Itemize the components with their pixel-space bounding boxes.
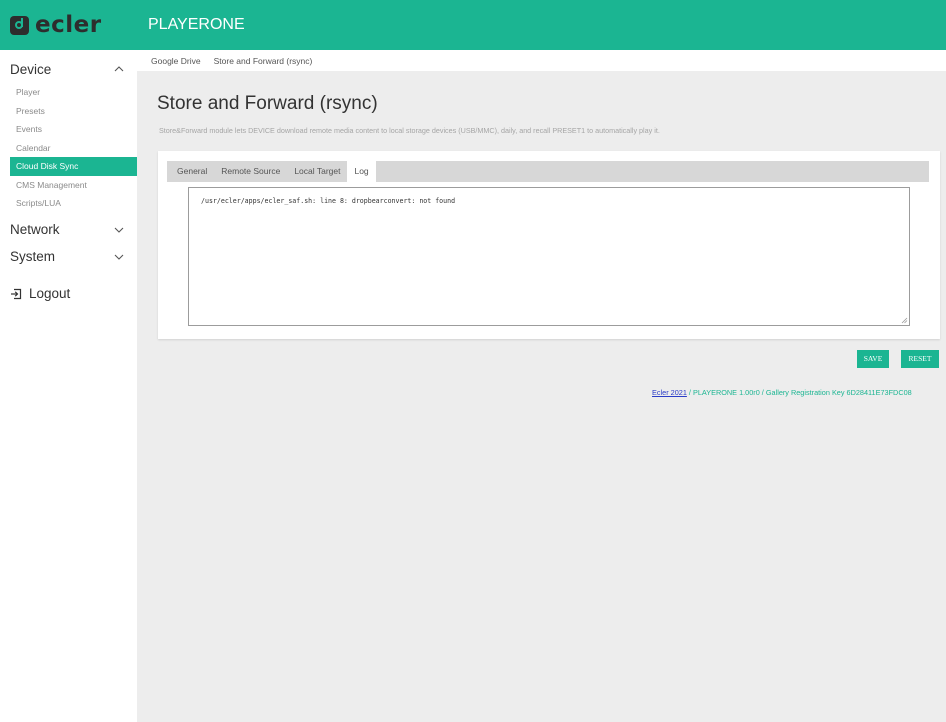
breadcrumb-store-and-forward[interactable]: Store and Forward (rsync): [214, 56, 313, 66]
logout-icon: [11, 288, 22, 299]
page-title: Store and Forward (rsync): [157, 93, 378, 114]
tab-remote-source[interactable]: Remote Source: [214, 161, 287, 182]
sidebar-device-items: Player Presets Events Calendar Cloud Dis…: [0, 83, 137, 213]
sidebar-item-presets[interactable]: Presets: [0, 102, 137, 121]
ecler-logo[interactable]: ecler: [10, 13, 102, 37]
logout-label: Logout: [29, 286, 71, 301]
page-description: Store&Forward module lets DEVICE downloa…: [159, 126, 660, 135]
footer-ecler-link[interactable]: Ecler 2021: [652, 388, 687, 397]
tab-bar: General Remote Source Local Target Log: [167, 161, 929, 182]
log-textarea[interactable]: /usr/ecler/apps/ecler_saf.sh: line 8: dr…: [188, 187, 910, 326]
breadcrumb-google-drive[interactable]: Google Drive: [151, 56, 201, 66]
sidebar-item-cloud-disk-sync[interactable]: Cloud Disk Sync: [10, 157, 137, 176]
logout-button[interactable]: Logout: [10, 286, 70, 301]
top-bar: ecler PLAYERONE: [0, 0, 946, 50]
save-button[interactable]: SAVE: [857, 350, 889, 368]
sidebar: Device Player Presets Events Calendar Cl…: [0, 50, 137, 722]
chevron-up-icon: [113, 63, 125, 75]
logo-text: ecler: [35, 12, 102, 38]
sidebar-group-device-label: Device: [10, 61, 52, 77]
tab-general[interactable]: General: [167, 161, 214, 182]
sidebar-group-network[interactable]: Network: [0, 219, 137, 241]
sidebar-group-network-label: Network: [10, 222, 60, 237]
settings-panel: General Remote Source Local Target Log /…: [158, 151, 940, 339]
sidebar-item-player[interactable]: Player: [0, 83, 137, 102]
log-output: /usr/ecler/apps/ecler_saf.sh: line 8: dr…: [201, 197, 456, 205]
sidebar-group-system-label: System: [10, 249, 56, 264]
footer: Ecler 2021 / PLAYERONE 1.00r0 / Gallery …: [652, 388, 912, 397]
chevron-down-icon: [113, 224, 125, 236]
resize-grip-icon[interactable]: [901, 317, 908, 324]
sidebar-item-scripts-lua[interactable]: Scripts/LUA: [0, 194, 137, 213]
sidebar-group-system[interactable]: System: [0, 246, 137, 268]
sidebar-group-device[interactable]: Device: [0, 58, 137, 80]
footer-version-text: / PLAYERONE 1.00r0 / Gallery Registratio…: [686, 388, 912, 397]
ecler-logo-mark-icon: [10, 15, 29, 35]
chevron-down-icon: [113, 251, 125, 263]
tab-local-target[interactable]: Local Target: [287, 161, 347, 182]
tab-log[interactable]: Log: [347, 161, 376, 182]
sidebar-item-cms-management[interactable]: CMS Management: [0, 176, 137, 195]
sidebar-item-events[interactable]: Events: [0, 120, 137, 139]
breadcrumb: Google Drive Store and Forward (rsync): [137, 50, 946, 71]
app-title: PLAYERONE: [148, 16, 245, 33]
reset-button[interactable]: RESET: [901, 350, 939, 368]
sidebar-item-calendar[interactable]: Calendar: [0, 139, 137, 158]
